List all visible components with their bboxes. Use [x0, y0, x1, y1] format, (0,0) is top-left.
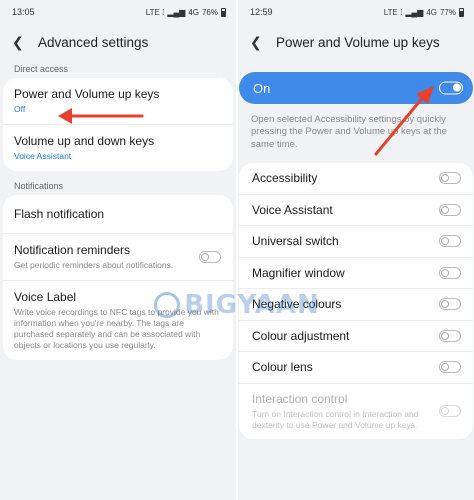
toggle-knob	[441, 268, 449, 277]
option-description: Turn on Interaction control in Interacti…	[252, 408, 419, 430]
voice-label-item[interactable]: Voice Label Write voice recordings to NF…	[3, 281, 233, 360]
toggle-knob	[441, 407, 449, 416]
status-time: 12:59	[250, 7, 273, 17]
options-card: Accessibility Voice Assistant Universal …	[239, 163, 473, 439]
status-time: 13:05	[12, 7, 35, 17]
option-toggle[interactable]	[439, 361, 461, 374]
option-toggle[interactable]	[439, 266, 461, 279]
status-bar: 12:59 LTE ⁞ ▂▄▆ 4G 77%	[238, 0, 474, 24]
option-interaction-control: Interaction control Turn on Interaction …	[239, 384, 473, 439]
toggle-knob	[441, 237, 449, 246]
option-voice-assistant[interactable]: Voice Assistant	[239, 195, 473, 227]
option-label: Colour lens	[252, 360, 313, 375]
master-switch-bar[interactable]: On	[239, 72, 473, 104]
option-label: Voice Assistant	[252, 202, 333, 217]
status-icons: LTE ⁞ ▂▄▆ 4G 76%	[145, 7, 226, 17]
battery-icon	[221, 7, 226, 17]
signal-icon: ▂▄▆	[405, 7, 424, 17]
option-negative-colours[interactable]: Negative colours	[239, 289, 473, 321]
toggle-knob	[441, 331, 449, 340]
master-switch-label: On	[253, 80, 271, 96]
flash-notification-item[interactable]: Flash notification	[3, 195, 233, 235]
item-title: Notification reminders	[14, 243, 131, 258]
option-colour-adjustment[interactable]: Colour adjustment	[239, 321, 473, 353]
option-label: Colour adjustment	[252, 328, 350, 343]
option-colour-lens[interactable]: Colour lens	[239, 352, 473, 384]
feature-description: Open selected Accessibility settings by …	[251, 114, 447, 150]
option-toggle[interactable]	[439, 329, 461, 342]
battery-icon	[459, 7, 464, 17]
master-switch-toggle[interactable]	[439, 81, 463, 95]
network-label: LTE ⁞	[383, 7, 403, 17]
option-universal-switch[interactable]: Universal switch	[239, 226, 473, 258]
toggle-knob	[453, 83, 461, 92]
direct-access-card: Power and Volume up keys Off Volume up a…	[3, 78, 233, 172]
back-arrow-icon[interactable]: ❮	[12, 34, 30, 51]
option-label: Accessibility	[252, 171, 318, 186]
notification-reminders-toggle[interactable]	[199, 251, 221, 264]
item-title: Flash notification	[14, 207, 105, 222]
notifications-card: Flash notification Notification reminder…	[3, 195, 233, 361]
option-toggle[interactable]	[439, 172, 461, 185]
status-bar: 13:05 LTE ⁞ ▂▄▆ 4G 76%	[0, 0, 236, 24]
page-header: ❮ Power and Volume up keys	[238, 24, 474, 60]
item-description: Write voice recordings to NFC tags to pr…	[14, 307, 219, 351]
page-title: Advanced settings	[38, 34, 149, 50]
item-status: Voice Assistant	[14, 151, 72, 162]
network-type: 4G	[426, 7, 437, 17]
option-label: Magnifier window	[252, 265, 345, 280]
option-label: Universal switch	[252, 234, 339, 249]
toggle-knob	[441, 174, 449, 183]
item-title: Voice Label	[14, 290, 77, 305]
option-toggle[interactable]	[439, 298, 461, 311]
status-icons: LTE ⁞ ▂▄▆ 4G 77%	[383, 7, 464, 17]
option-toggle[interactable]	[439, 203, 461, 216]
toggle-knob	[441, 300, 449, 309]
option-toggle-disabled	[439, 405, 461, 418]
battery-percent: 76%	[201, 7, 218, 17]
option-toggle[interactable]	[439, 235, 461, 248]
item-description: Get periodic reminders about notificatio…	[14, 260, 174, 271]
volume-up-down-keys-item[interactable]: Volume up and down keys Voice Assistant	[3, 125, 233, 171]
item-title: Power and Volume up keys	[14, 87, 160, 101]
section-label-direct-access: Direct access	[14, 64, 69, 74]
notification-reminders-item[interactable]: Notification reminders Get periodic remi…	[3, 234, 233, 282]
page-title: Power and Volume up keys	[276, 34, 440, 50]
network-label: LTE ⁞	[145, 7, 165, 17]
option-magnifier-window[interactable]: Magnifier window	[239, 258, 473, 290]
item-title: Volume up and down keys	[14, 134, 155, 149]
option-label: Interaction control	[252, 391, 348, 406]
power-volume-up-keys-screen: 12:59 LTE ⁞ ▂▄▆ 4G 77% ❮ Power and Volum…	[238, 0, 474, 500]
back-arrow-icon[interactable]: ❮	[250, 34, 268, 51]
option-label: Negative colours	[252, 297, 342, 312]
toggle-knob	[201, 253, 209, 262]
battery-percent: 77%	[439, 7, 456, 17]
power-volume-up-keys-item[interactable]: Power and Volume up keys Off	[3, 78, 233, 126]
network-type: 4G	[188, 7, 199, 17]
advanced-settings-screen: 13:05 LTE ⁞ ▂▄▆ 4G 76% ❮ Advanced settin…	[0, 0, 236, 500]
page-header: ❮ Advanced settings	[0, 24, 236, 60]
option-accessibility[interactable]: Accessibility	[239, 163, 473, 195]
toggle-knob	[441, 363, 449, 372]
signal-icon: ▂▄▆	[167, 7, 186, 17]
toggle-knob	[441, 205, 449, 214]
section-label-notifications: Notifications	[14, 181, 64, 192]
item-status: Off	[14, 104, 26, 114]
